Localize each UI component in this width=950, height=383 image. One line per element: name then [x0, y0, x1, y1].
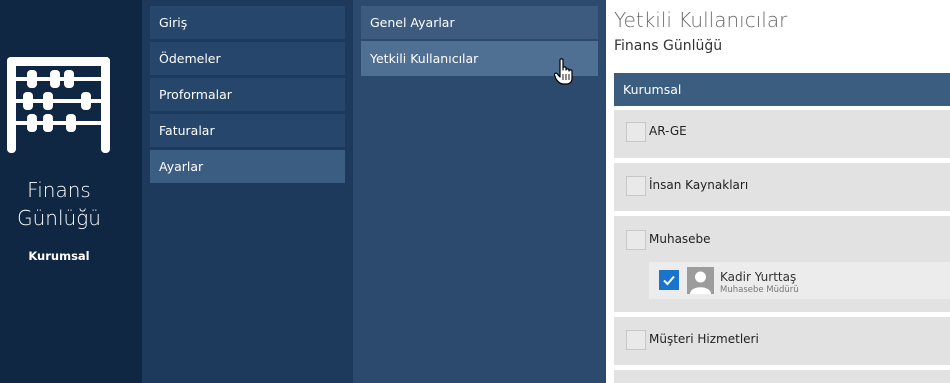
main-menu-item-odemeler[interactable]: Ödemeler	[150, 42, 345, 75]
department-checkbox[interactable]	[626, 330, 646, 350]
user-role: Muhasebe Müdürü	[720, 285, 799, 295]
app-title: Finans Günlüğü	[0, 176, 118, 232]
main-menu-item-giris[interactable]: Giriş	[150, 6, 345, 39]
group-header: Kurumsal	[614, 73, 950, 106]
hand-pointer-cursor-icon	[554, 58, 573, 85]
main-menu-item-proformalar[interactable]: Proformalar	[150, 78, 345, 111]
main-menu-item-faturalar[interactable]: Faturalar	[150, 114, 345, 147]
user-row: Kadir Yurttaş Muhasebe Müdürü	[649, 262, 950, 299]
avatar	[687, 267, 714, 294]
department-row-insan-kaynaklari: İnsan Kaynakları	[614, 163, 950, 211]
checkmark-icon	[663, 275, 675, 286]
abacus-icon	[7, 57, 110, 153]
department-label: Müşteri Hizmetleri	[649, 332, 759, 346]
account-type-label: Kurumsal	[28, 249, 90, 263]
app-title-line2: Günlüğü	[17, 206, 101, 230]
department-checkbox[interactable]	[626, 122, 646, 142]
page-title: Yetkili Kullanıcılar	[614, 8, 788, 32]
department-row-arge: AR-GE	[614, 110, 950, 158]
user-name: Kadir Yurttaş	[720, 270, 797, 284]
department-row-partial	[614, 370, 950, 383]
department-label: Muhasebe	[649, 232, 711, 246]
user-placeholder-icon	[690, 271, 711, 294]
brand-panel: Finans Günlüğü Kurumsal	[0, 0, 142, 383]
main-menu-item-ayarlar[interactable]: Ayarlar	[150, 150, 345, 183]
department-row-musteri-hizmetleri: Müşteri Hizmetleri	[614, 317, 950, 365]
user-checkbox[interactable]	[659, 270, 679, 290]
department-label: İnsan Kaynakları	[649, 178, 749, 192]
authorized-users-panel: Yetkili Kullanıcılar Finans Günlüğü Kuru…	[606, 0, 950, 383]
department-checkbox[interactable]	[626, 176, 646, 196]
submenu-item-genel-ayarlar[interactable]: Genel Ayarlar	[361, 6, 598, 39]
app-title-line1: Finans	[27, 178, 91, 202]
department-checkbox[interactable]	[626, 230, 646, 250]
main-menu: Giriş Ödemeler Proformalar Faturalar Aya…	[142, 0, 353, 383]
department-label: AR-GE	[649, 124, 687, 138]
page-subtitle: Finans Günlüğü	[614, 38, 723, 54]
